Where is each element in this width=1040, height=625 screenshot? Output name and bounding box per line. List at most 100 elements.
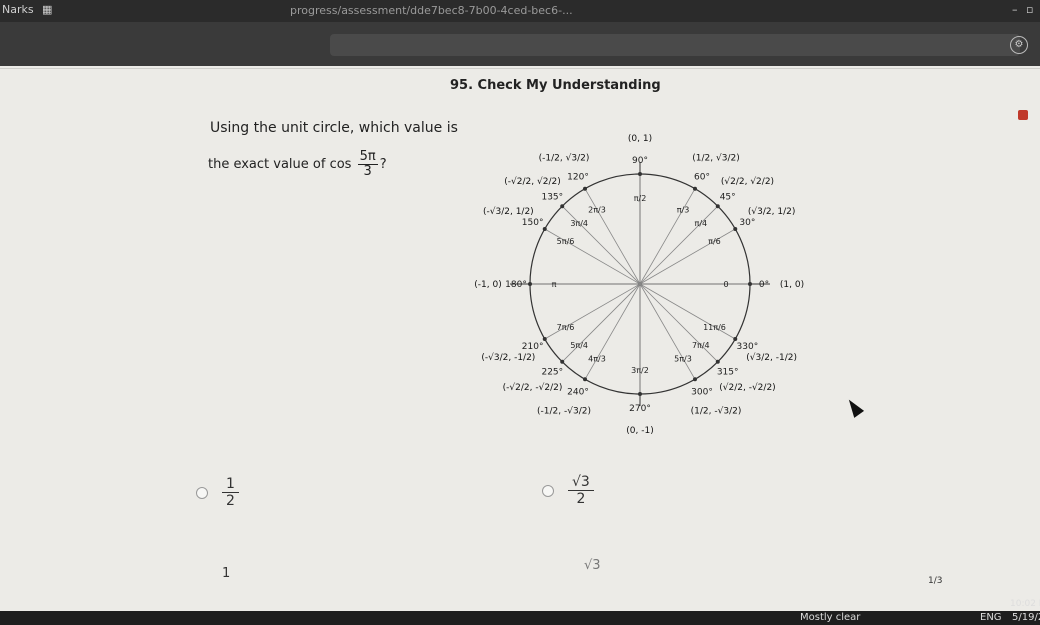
choice-a-radio[interactable] <box>196 486 208 499</box>
choice-a-value: 1 2 <box>222 476 239 509</box>
minimize-icon[interactable]: – <box>1012 3 1018 16</box>
coordinate-label: (-1/2, -√3/2) <box>537 405 591 416</box>
degree-label: 225° <box>541 368 563 378</box>
radian-label: 3π/2 <box>631 366 649 375</box>
browser-toolbar[interactable] <box>330 34 1020 56</box>
coordinate-label: (-1, 0) <box>474 280 501 290</box>
coordinate-label: (√2/2, √2/2) <box>721 176 774 187</box>
choice-d-value: √3 <box>584 558 601 573</box>
prompt-suffix: ? <box>379 157 387 172</box>
degree-label: 60° <box>694 173 710 183</box>
coordinate-label: (1/2, √3/2) <box>692 153 739 164</box>
choice-b-denominator: 2 <box>576 491 586 507</box>
circle-point <box>693 377 697 382</box>
page-indicator: 1/3 <box>928 576 943 586</box>
radian-label: 7π/4 <box>692 341 710 350</box>
choice-a-denominator: 2 <box>226 493 235 509</box>
choice-c-value: 1 <box>222 566 231 581</box>
question-prompt-line1: Using the unit circle, which value is <box>210 120 458 136</box>
coordinate-label: (-√3/2, 1/2) <box>483 206 534 217</box>
url-text[interactable]: progress/assessment/dde7bec8-7b00-4ced-b… <box>290 4 573 17</box>
radian-label: 11π/6 <box>703 323 726 332</box>
circle-point <box>733 337 738 341</box>
language-indicator[interactable]: ENG <box>980 612 1002 623</box>
circle-point <box>715 204 720 209</box>
coordinate-label: (√3/2, -1/2) <box>746 352 797 363</box>
circle-point <box>583 186 587 191</box>
radian-label: 0 <box>723 280 728 289</box>
radian-label: π <box>552 280 557 289</box>
taskbar: Mostly clear ENG 10:02 P 5/19/2 <box>0 599 1040 625</box>
radius-line <box>584 188 641 285</box>
choice-a[interactable]: 1 2 <box>196 476 239 509</box>
radius-line <box>639 188 696 285</box>
angle-denominator: 3 <box>363 164 372 179</box>
degree-label: 300° <box>691 387 713 397</box>
question-prompt-line2: the exact value of cos 5π 3 ? <box>208 150 387 179</box>
circle-point <box>583 377 587 382</box>
choice-b-value: √3 2 <box>568 474 594 507</box>
radian-label: 5π/6 <box>557 237 575 246</box>
degree-label: 30° <box>739 218 755 228</box>
degree-label: 150° <box>522 218 544 228</box>
circle-point <box>638 392 642 396</box>
radian-label: π/6 <box>708 237 721 246</box>
radian-label: 4π/3 <box>588 354 606 363</box>
choice-b-numerator: √3 <box>568 474 594 491</box>
app-label: Narks <box>2 3 34 16</box>
coordinate-label: (-√3/2, -1/2) <box>481 352 535 363</box>
coordinate-label: (-√2/2, -√2/2) <box>503 382 563 393</box>
radius-line <box>639 228 736 285</box>
radian-label: π/3 <box>677 206 690 215</box>
circle-point <box>748 282 752 286</box>
coordinate-label: (1/2, -√3/2) <box>691 405 742 416</box>
maximize-icon[interactable]: ▫ <box>1026 3 1033 16</box>
radius-line <box>639 283 696 380</box>
circle-point <box>715 359 720 364</box>
degree-label: 330° <box>737 342 759 352</box>
coordinate-label: (√2/2, -√2/2) <box>719 382 775 393</box>
circle-point <box>560 204 565 209</box>
circle-point <box>542 337 547 341</box>
choice-b-radio[interactable] <box>542 484 554 497</box>
degree-label: 90° <box>632 156 648 166</box>
degree-label: 210° <box>522 342 544 352</box>
weather-text[interactable]: Mostly clear <box>800 612 860 623</box>
circle-point <box>693 186 697 191</box>
radian-label: 5π/3 <box>674 354 692 363</box>
degree-label: 45° <box>720 192 736 202</box>
flag-icon[interactable] <box>1018 110 1028 120</box>
radius-line <box>584 283 641 380</box>
angle-numerator: 5π <box>357 149 378 165</box>
coordinate-label: (-√2/2, √2/2) <box>504 176 560 187</box>
radian-label: π/4 <box>695 219 708 228</box>
coordinate-label: (1, 0) <box>780 280 804 290</box>
choice-d[interactable]: √3 <box>584 558 601 574</box>
radian-label: 3π/4 <box>570 219 588 228</box>
settings-icon[interactable]: ⚙ <box>1010 36 1028 54</box>
clock-date[interactable]: 5/19/2 <box>1012 612 1040 623</box>
degree-label: 120° <box>567 173 589 183</box>
coordinate-label: (√3/2, 1/2) <box>748 206 795 217</box>
assessment-page: 95. Check My Understanding Using the uni… <box>0 66 1040 611</box>
coordinate-label: (0, -1) <box>626 426 653 436</box>
radian-label: 5π/4 <box>570 341 588 350</box>
choice-c[interactable]: 1 <box>222 566 230 582</box>
divider <box>0 68 1040 69</box>
radian-label: π/2 <box>634 194 647 203</box>
choice-b[interactable]: √3 2 <box>542 474 594 507</box>
radian-label: 2π/3 <box>588 206 606 215</box>
coordinate-label: (0, 1) <box>628 134 652 144</box>
degree-label: 240° <box>567 387 589 397</box>
clock-time[interactable]: 10:02 P <box>1010 599 1040 609</box>
question-title: 95. Check My Understanding <box>450 78 661 93</box>
circle-point <box>560 359 565 364</box>
radius-line <box>639 205 719 285</box>
grid-icon[interactable]: ▦ <box>42 3 52 16</box>
circle-point <box>638 172 642 176</box>
unit-circle-diagram: 0° 0 (1, 0) 30° π/6 (√3/2, 1/2) 45° π/4 (√2/2, √… <box>474 134 804 436</box>
coordinate-label: (-1/2, √3/2) <box>539 153 590 164</box>
circle-point <box>528 282 532 286</box>
address-bar-region: progress/assessment/dde7bec8-7b00-4ced-b… <box>0 4 1040 66</box>
degree-label: 0° <box>759 280 769 290</box>
